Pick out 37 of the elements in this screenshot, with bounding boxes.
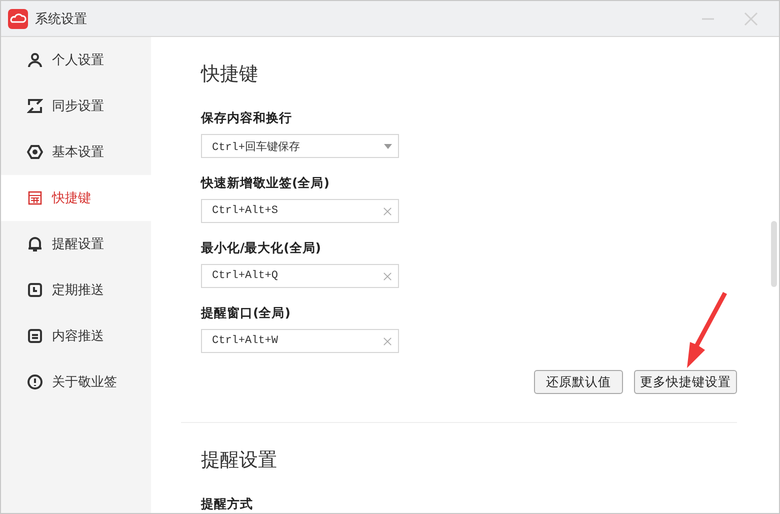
field-label: 最小化/最大化(全局) <box>201 240 322 257</box>
dropdown[interactable]: Ctrl+回车键保存 <box>201 134 399 158</box>
field-label: 提醒窗口(全局) <box>201 305 292 322</box>
clear-icon[interactable] <box>383 206 392 216</box>
sidebar-item[interactable]: 基本设置 <box>1 129 151 175</box>
hexagon-icon <box>27 144 43 160</box>
section-heading: 提醒设置 <box>201 448 278 473</box>
sidebar-item[interactable]: 同步设置 <box>1 83 151 129</box>
cloud-logo-icon <box>8 8 28 28</box>
field-label: 保存内容和换行 <box>201 110 293 127</box>
sidebar-item[interactable]: 定期推送 <box>1 267 151 313</box>
close-icon[interactable] <box>743 10 759 26</box>
sidebar-item[interactable]: 关于敬业签 <box>1 359 151 405</box>
scrollbar[interactable] <box>771 221 777 287</box>
person-icon <box>27 52 43 68</box>
clock-icon <box>27 282 43 298</box>
window-title: 系统设置 <box>35 10 87 28</box>
info-icon <box>27 374 43 390</box>
shortcut-field[interactable]: Ctrl+Alt+Q <box>201 264 399 288</box>
sidebar-item[interactable]: 内容推送 <box>1 313 151 359</box>
sidebar-item[interactable]: 提醒设置 <box>1 221 151 267</box>
sync-icon <box>27 98 43 114</box>
bell-icon <box>27 236 43 252</box>
section-heading: 快捷键 <box>201 62 259 87</box>
field-label: 提醒方式 <box>201 496 254 513</box>
caret-icon <box>384 144 392 148</box>
sidebar-item[interactable]: 快捷键 <box>1 175 151 221</box>
clear-icon[interactable] <box>383 336 392 346</box>
document-icon <box>27 328 43 344</box>
shortcut-field[interactable]: Ctrl+Alt+W <box>201 329 399 353</box>
field-label: 快速新增敬业签(全局) <box>201 175 330 192</box>
calendar-icon <box>27 190 43 206</box>
action-button[interactable]: 更多快捷键设置 <box>634 370 737 394</box>
sidebar-item[interactable]: 个人设置 <box>1 37 151 83</box>
clear-icon[interactable] <box>383 272 392 280</box>
action-button[interactable]: 还原默认值 <box>534 370 623 394</box>
shortcut-field[interactable]: Ctrl+Alt+S <box>201 199 399 223</box>
